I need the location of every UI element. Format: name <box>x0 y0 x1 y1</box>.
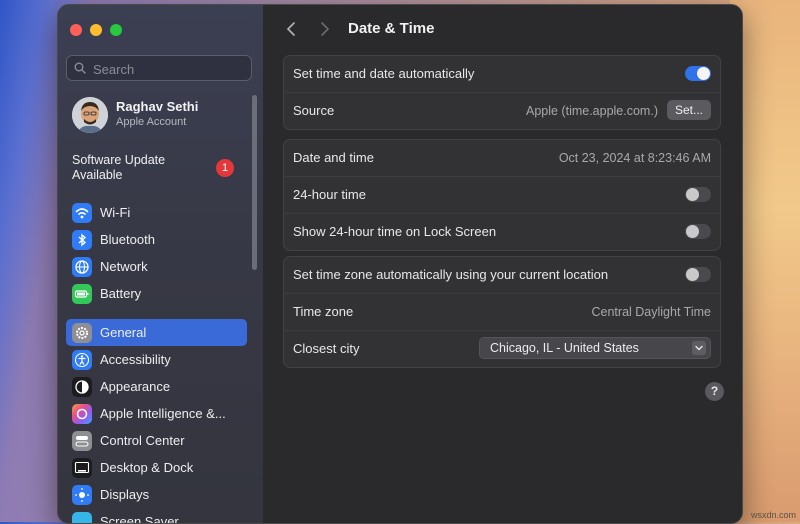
back-chevron-icon[interactable] <box>283 20 299 38</box>
desktop-dock-icon <box>72 458 92 478</box>
set-source-button[interactable]: Set... <box>667 100 711 120</box>
row-label: Show 24-hour time on Lock Screen <box>293 224 496 239</box>
time-zone-automatic-toggle[interactable] <box>685 267 711 282</box>
sidebar-item-apple-intelligence[interactable]: Apple Intelligence &... <box>66 400 247 427</box>
control-center-icon <box>72 431 92 451</box>
globe-icon <box>72 257 92 277</box>
wifi-icon <box>72 203 92 223</box>
sidebar-item-accessibility[interactable]: Accessibility <box>66 346 247 373</box>
sidebar-item-label: Control Center <box>100 433 185 448</box>
time-zone-value: Central Daylight Time <box>592 305 712 319</box>
sidebar-item-label: Screen Saver <box>100 514 179 524</box>
update-badge: 1 <box>216 159 234 177</box>
row-label: Set time and date automatically <box>293 66 474 81</box>
sidebar-item-label: Apple Intelligence &... <box>100 406 226 421</box>
sidebar-item-label: Bluetooth <box>100 232 155 247</box>
battery-icon <box>72 284 92 304</box>
account-name: Raghav Sethi <box>116 99 198 114</box>
row-24-hour-lock-screen: Show 24-hour time on Lock Screen <box>284 214 720 250</box>
settings-group-time-zone: Set time zone automatically using your c… <box>283 256 721 368</box>
date-time-value[interactable]: Oct 23, 2024 at 8:23:46 AM <box>559 151 711 165</box>
row-time-zone: Time zone Central Daylight Time <box>284 294 720 331</box>
search-input[interactable] <box>91 58 250 80</box>
row-label: Set time zone automatically using your c… <box>293 267 608 282</box>
sidebar-item-label: Network <box>100 259 148 274</box>
sidebar-item-label: Appearance <box>100 379 170 394</box>
row-set-time-automatically: Set time and date automatically <box>284 56 720 93</box>
apple-account[interactable]: Raghav Sethi Apple Account <box>72 95 252 135</box>
screen-saver-icon <box>72 512 92 524</box>
watermark: wsxdn.com <box>751 510 796 520</box>
settings-group-date-time: Date and time Oct 23, 2024 at 8:23:46 AM… <box>283 139 721 251</box>
software-update-label: Software Update Available <box>72 153 192 183</box>
search-field[interactable] <box>66 55 252 81</box>
row-label: Source <box>293 103 334 118</box>
row-label: Closest city <box>293 341 359 356</box>
row-label: Date and time <box>293 150 374 165</box>
set-time-automatically-toggle[interactable] <box>685 66 711 81</box>
close-button[interactable] <box>70 24 82 36</box>
sidebar-item-displays[interactable]: Displays <box>66 481 247 508</box>
sidebar-item-label: Accessibility <box>100 352 171 367</box>
24-hour-lock-screen-toggle[interactable] <box>685 224 711 239</box>
closest-city-select[interactable]: Chicago, IL - United States <box>479 337 711 359</box>
content-pane: Date & Time Set time and date automatica… <box>263 5 742 523</box>
sidebar-item-desktop-dock[interactable]: Desktop & Dock <box>66 454 247 481</box>
apple-intelligence-icon <box>72 404 92 424</box>
sidebar-item-general[interactable]: General <box>66 319 247 346</box>
settings-group-auto-time: Set time and date automatically Source A… <box>283 55 721 130</box>
sidebar-item-label: General <box>100 325 146 340</box>
gear-icon <box>72 323 92 343</box>
forward-chevron-icon[interactable] <box>317 20 333 38</box>
sidebar-scrollbar[interactable] <box>252 95 257 270</box>
bluetooth-icon <box>72 230 92 250</box>
sidebar-item-appearance[interactable]: Appearance <box>66 373 247 400</box>
sidebar-item-control-center[interactable]: Control Center <box>66 427 247 454</box>
source-value: Apple (time.apple.com.) <box>526 104 658 118</box>
account-subtitle: Apple Account <box>116 116 186 128</box>
toolbar: Date & Time <box>263 5 742 53</box>
minimize-button[interactable] <box>90 24 102 36</box>
accessibility-icon <box>72 350 92 370</box>
sidebar-item-network[interactable]: Network <box>66 253 247 280</box>
sidebar-item-battery[interactable]: Battery <box>66 280 247 307</box>
row-closest-city: Closest city Chicago, IL - United States <box>284 331 720 367</box>
window-controls <box>70 24 122 36</box>
sidebar-item-label: Battery <box>100 286 141 301</box>
sidebar-item-label: Wi-Fi <box>100 205 130 220</box>
page-title: Date & Time <box>348 20 434 37</box>
appearance-icon <box>72 377 92 397</box>
sidebar-item-wifi[interactable]: Wi-Fi <box>66 199 247 226</box>
row-label: Time zone <box>293 304 353 319</box>
row-time-zone-automatic: Set time zone automatically using your c… <box>284 257 720 294</box>
sidebar-nav: Wi-Fi Bluetooth Network Battery <box>66 199 247 524</box>
sidebar: Raghav Sethi Apple Account Software Upda… <box>58 5 264 523</box>
24-hour-time-toggle[interactable] <box>685 187 711 202</box>
chevron-down-icon <box>692 341 706 355</box>
sidebar-item-bluetooth[interactable]: Bluetooth <box>66 226 247 253</box>
software-update-item[interactable]: Software Update Available 1 <box>72 153 242 183</box>
avatar <box>72 97 108 133</box>
sidebar-item-label: Desktop & Dock <box>100 460 193 475</box>
row-date-and-time: Date and time Oct 23, 2024 at 8:23:46 AM <box>284 140 720 177</box>
displays-icon <box>72 485 92 505</box>
search-icon <box>74 62 86 74</box>
row-24-hour-time: 24-hour time <box>284 177 720 214</box>
sidebar-item-label: Displays <box>100 487 149 502</box>
zoom-button[interactable] <box>110 24 122 36</box>
closest-city-value: Chicago, IL - United States <box>490 341 639 355</box>
row-label: 24-hour time <box>293 187 366 202</box>
settings-window: Raghav Sethi Apple Account Software Upda… <box>57 4 743 524</box>
row-source: Source Apple (time.apple.com.) Set... <box>284 93 720 129</box>
help-button[interactable]: ? <box>705 382 724 401</box>
